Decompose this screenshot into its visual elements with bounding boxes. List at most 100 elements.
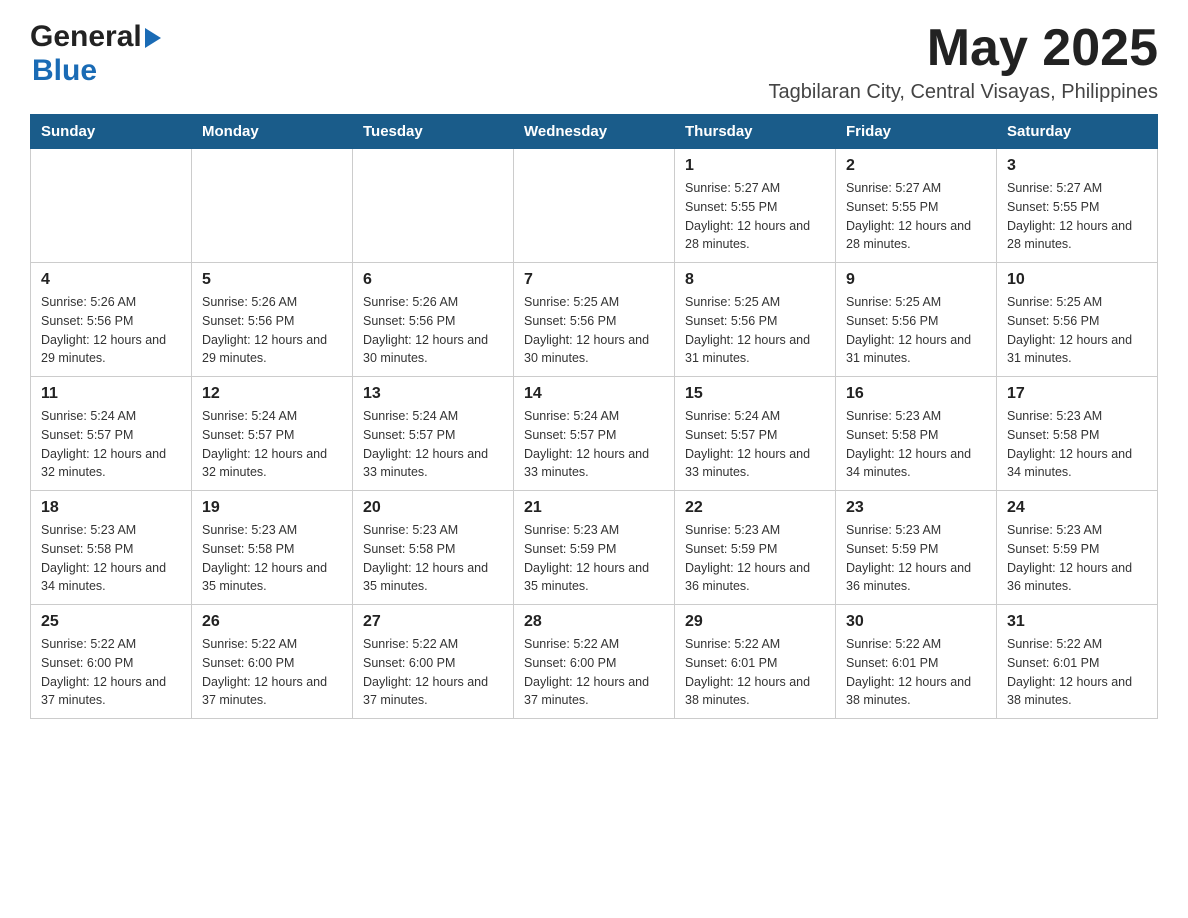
calendar-header-saturday: Saturday	[997, 115, 1158, 149]
day-number: 23	[846, 499, 986, 517]
calendar-header-thursday: Thursday	[675, 115, 836, 149]
day-number: 31	[1007, 613, 1147, 631]
day-info: Sunrise: 5:24 AM Sunset: 5:57 PM Dayligh…	[202, 407, 342, 482]
day-info: Sunrise: 5:22 AM Sunset: 6:00 PM Dayligh…	[202, 635, 342, 710]
day-info: Sunrise: 5:22 AM Sunset: 6:00 PM Dayligh…	[41, 635, 181, 710]
calendar-cell: 21 Sunrise: 5:23 AM Sunset: 5:59 PM Dayli…	[514, 491, 675, 605]
calendar-week-row: 25Sunrise: 5:22 AM Sunset: 6:00 PM Dayli…	[31, 605, 1158, 719]
month-title: May 2025	[769, 20, 1158, 77]
day-info: Sunrise: 5:23 AM Sunset: 5:58 PM Dayligh…	[1007, 407, 1147, 482]
title-area: May 2025 Tagbilaran City, Central Visaya…	[769, 20, 1158, 104]
calendar-cell: 12 Sunrise: 5:24 AM Sunset: 5:57 PM Dayli…	[192, 377, 353, 491]
day-number: 28	[524, 613, 664, 631]
day-info: Sunrise: 5:23 AM Sunset: 5:59 PM Dayligh…	[524, 521, 664, 596]
day-info: Sunrise: 5:25 AM Sunset: 5:56 PM Dayligh…	[685, 293, 825, 368]
day-number: 9	[846, 271, 986, 289]
day-number: 17	[1007, 385, 1147, 403]
calendar-week-row: 18 Sunrise: 5:23 AM Sunset: 5:58 PM Dayli…	[31, 491, 1158, 605]
calendar-cell: 18Sunrise: 5:23 AM Sunset: 5:58 PM Dayli…	[31, 491, 192, 605]
logo-arrow-icon	[145, 28, 161, 48]
day-info: Sunrise: 5:22 AM Sunset: 6:00 PM Dayligh…	[363, 635, 503, 710]
calendar-cell: 14 Sunrise: 5:24 AM Sunset: 5:57 PM Dayli…	[514, 377, 675, 491]
calendar-cell: 9 Sunrise: 5:25 AM Sunset: 5:56 PM Daylig…	[836, 263, 997, 377]
calendar-week-row: 11Sunrise: 5:24 AM Sunset: 5:57 PM Dayli…	[31, 377, 1158, 491]
calendar-cell: 3Sunrise: 5:27 AM Sunset: 5:55 PM Daylig…	[997, 149, 1158, 263]
day-number: 27	[363, 613, 503, 631]
day-info: Sunrise: 5:27 AM Sunset: 5:55 PM Dayligh…	[846, 179, 986, 254]
day-info: Sunrise: 5:26 AM Sunset: 5:56 PM Dayligh…	[202, 293, 342, 368]
day-info: Sunrise: 5:22 AM Sunset: 6:01 PM Dayligh…	[846, 635, 986, 710]
day-number: 4	[41, 271, 181, 289]
day-number: 5	[202, 271, 342, 289]
calendar-cell: 20 Sunrise: 5:23 AM Sunset: 5:58 PM Dayli…	[353, 491, 514, 605]
day-number: 21	[524, 499, 664, 517]
calendar-cell: 23 Sunrise: 5:23 AM Sunset: 5:59 PM Dayli…	[836, 491, 997, 605]
day-number: 7	[524, 271, 664, 289]
day-number: 2	[846, 157, 986, 175]
location-subtitle: Tagbilaran City, Central Visayas, Philip…	[769, 81, 1158, 104]
day-number: 20	[363, 499, 503, 517]
calendar-header-sunday: Sunday	[31, 115, 192, 149]
day-info: Sunrise: 5:27 AM Sunset: 5:55 PM Dayligh…	[1007, 179, 1147, 254]
day-info: Sunrise: 5:24 AM Sunset: 5:57 PM Dayligh…	[685, 407, 825, 482]
page-header: General Blue May 2025 Tagbilaran City, C…	[30, 20, 1158, 104]
calendar-header-row: SundayMondayTuesdayWednesdayThursdayFrid…	[31, 115, 1158, 149]
calendar-header-wednesday: Wednesday	[514, 115, 675, 149]
day-info: Sunrise: 5:23 AM Sunset: 5:58 PM Dayligh…	[363, 521, 503, 596]
calendar-cell: 5 Sunrise: 5:26 AM Sunset: 5:56 PM Daylig…	[192, 263, 353, 377]
day-info: Sunrise: 5:26 AM Sunset: 5:56 PM Dayligh…	[41, 293, 181, 368]
day-info: Sunrise: 5:25 AM Sunset: 5:56 PM Dayligh…	[846, 293, 986, 368]
calendar-cell: 28Sunrise: 5:22 AM Sunset: 6:00 PM Dayli…	[514, 605, 675, 719]
calendar-cell: 19Sunrise: 5:23 AM Sunset: 5:58 PM Dayli…	[192, 491, 353, 605]
day-number: 30	[846, 613, 986, 631]
day-number: 29	[685, 613, 825, 631]
day-info: Sunrise: 5:27 AM Sunset: 5:55 PM Dayligh…	[685, 179, 825, 254]
logo-general-text: General	[30, 20, 142, 54]
calendar-cell: 22 Sunrise: 5:23 AM Sunset: 5:59 PM Dayli…	[675, 491, 836, 605]
calendar-cell	[514, 149, 675, 263]
calendar-cell: 2 Sunrise: 5:27 AM Sunset: 5:55 PM Daylig…	[836, 149, 997, 263]
day-number: 22	[685, 499, 825, 517]
day-info: Sunrise: 5:25 AM Sunset: 5:56 PM Dayligh…	[524, 293, 664, 368]
calendar-table: SundayMondayTuesdayWednesdayThursdayFrid…	[30, 114, 1158, 719]
day-info: Sunrise: 5:23 AM Sunset: 5:59 PM Dayligh…	[846, 521, 986, 596]
calendar-week-row: 1 Sunrise: 5:27 AM Sunset: 5:55 PM Daylig…	[31, 149, 1158, 263]
day-number: 10	[1007, 271, 1147, 289]
day-number: 1	[685, 157, 825, 175]
day-info: Sunrise: 5:25 AM Sunset: 5:56 PM Dayligh…	[1007, 293, 1147, 368]
logo: General Blue	[30, 20, 161, 88]
calendar-cell: 30 Sunrise: 5:22 AM Sunset: 6:01 PM Dayli…	[836, 605, 997, 719]
day-info: Sunrise: 5:23 AM Sunset: 5:59 PM Dayligh…	[685, 521, 825, 596]
day-info: Sunrise: 5:22 AM Sunset: 6:01 PM Dayligh…	[685, 635, 825, 710]
calendar-cell: 17 Sunrise: 5:23 AM Sunset: 5:58 PM Dayli…	[997, 377, 1158, 491]
day-number: 15	[685, 385, 825, 403]
day-number: 24	[1007, 499, 1147, 517]
day-number: 6	[363, 271, 503, 289]
calendar-cell: 4 Sunrise: 5:26 AM Sunset: 5:56 PM Daylig…	[31, 263, 192, 377]
day-number: 14	[524, 385, 664, 403]
calendar-cell: 26 Sunrise: 5:22 AM Sunset: 6:00 PM Dayli…	[192, 605, 353, 719]
day-info: Sunrise: 5:22 AM Sunset: 6:01 PM Dayligh…	[1007, 635, 1147, 710]
calendar-cell: 10 Sunrise: 5:25 AM Sunset: 5:56 PM Dayli…	[997, 263, 1158, 377]
day-info: Sunrise: 5:23 AM Sunset: 5:58 PM Dayligh…	[846, 407, 986, 482]
day-number: 26	[202, 613, 342, 631]
day-info: Sunrise: 5:23 AM Sunset: 5:59 PM Dayligh…	[1007, 521, 1147, 596]
calendar-cell	[192, 149, 353, 263]
day-info: Sunrise: 5:26 AM Sunset: 5:56 PM Dayligh…	[363, 293, 503, 368]
calendar-cell: 7 Sunrise: 5:25 AM Sunset: 5:56 PM Daylig…	[514, 263, 675, 377]
day-info: Sunrise: 5:24 AM Sunset: 5:57 PM Dayligh…	[524, 407, 664, 482]
calendar-cell: 16Sunrise: 5:23 AM Sunset: 5:58 PM Dayli…	[836, 377, 997, 491]
calendar-cell	[353, 149, 514, 263]
day-number: 13	[363, 385, 503, 403]
calendar-cell: 6 Sunrise: 5:26 AM Sunset: 5:56 PM Daylig…	[353, 263, 514, 377]
calendar-cell	[31, 149, 192, 263]
day-number: 12	[202, 385, 342, 403]
day-info: Sunrise: 5:23 AM Sunset: 5:58 PM Dayligh…	[202, 521, 342, 596]
day-info: Sunrise: 5:24 AM Sunset: 5:57 PM Dayligh…	[363, 407, 503, 482]
calendar-header-tuesday: Tuesday	[353, 115, 514, 149]
day-info: Sunrise: 5:24 AM Sunset: 5:57 PM Dayligh…	[41, 407, 181, 482]
calendar-header-monday: Monday	[192, 115, 353, 149]
calendar-cell: 11Sunrise: 5:24 AM Sunset: 5:57 PM Dayli…	[31, 377, 192, 491]
calendar-cell: 24 Sunrise: 5:23 AM Sunset: 5:59 PM Dayli…	[997, 491, 1158, 605]
day-number: 18	[41, 499, 181, 517]
